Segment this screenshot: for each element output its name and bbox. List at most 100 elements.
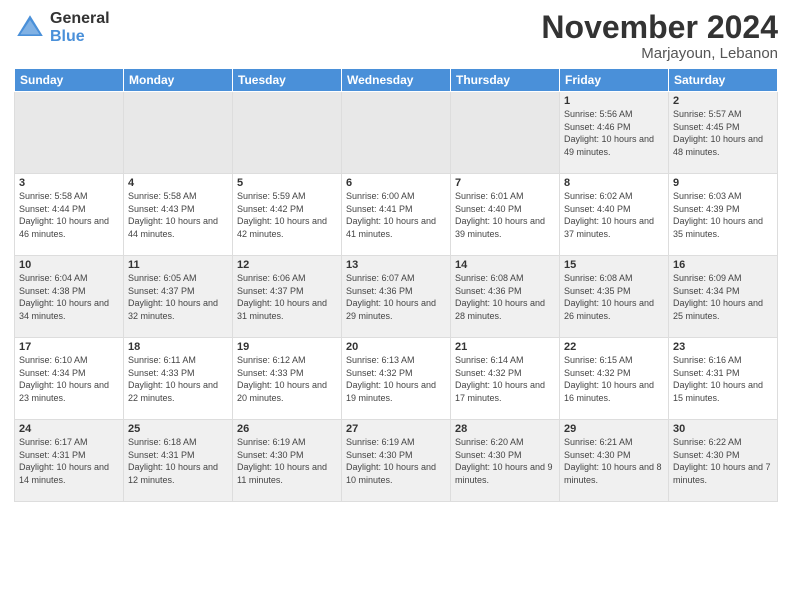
calendar-day-cell: 8Sunrise: 6:02 AM Sunset: 4:40 PM Daylig… xyxy=(560,174,669,256)
day-info: Sunrise: 6:21 AM Sunset: 4:30 PM Dayligh… xyxy=(564,436,664,486)
day-info: Sunrise: 5:58 AM Sunset: 4:44 PM Dayligh… xyxy=(19,190,119,240)
day-info: Sunrise: 6:19 AM Sunset: 4:30 PM Dayligh… xyxy=(346,436,446,486)
day-info: Sunrise: 6:01 AM Sunset: 4:40 PM Dayligh… xyxy=(455,190,555,240)
day-info: Sunrise: 6:02 AM Sunset: 4:40 PM Dayligh… xyxy=(564,190,664,240)
day-info: Sunrise: 6:07 AM Sunset: 4:36 PM Dayligh… xyxy=(346,272,446,322)
calendar-day-cell: 9Sunrise: 6:03 AM Sunset: 4:39 PM Daylig… xyxy=(669,174,778,256)
day-number: 17 xyxy=(19,341,119,353)
day-number: 2 xyxy=(673,95,773,107)
month-title: November 2024 xyxy=(541,10,778,45)
day-info: Sunrise: 6:03 AM Sunset: 4:39 PM Dayligh… xyxy=(673,190,773,240)
day-header-friday: Friday xyxy=(560,69,669,92)
calendar-week-row: 24Sunrise: 6:17 AM Sunset: 4:31 PM Dayli… xyxy=(15,420,778,502)
day-info: Sunrise: 6:12 AM Sunset: 4:33 PM Dayligh… xyxy=(237,354,337,404)
day-header-wednesday: Wednesday xyxy=(342,69,451,92)
day-number: 30 xyxy=(673,423,773,435)
day-number: 22 xyxy=(564,341,664,353)
calendar-day-cell: 14Sunrise: 6:08 AM Sunset: 4:36 PM Dayli… xyxy=(451,256,560,338)
day-header-saturday: Saturday xyxy=(669,69,778,92)
calendar-day-cell xyxy=(451,92,560,174)
day-info: Sunrise: 6:16 AM Sunset: 4:31 PM Dayligh… xyxy=(673,354,773,404)
calendar-day-cell: 26Sunrise: 6:19 AM Sunset: 4:30 PM Dayli… xyxy=(233,420,342,502)
calendar-day-cell: 28Sunrise: 6:20 AM Sunset: 4:30 PM Dayli… xyxy=(451,420,560,502)
day-number: 12 xyxy=(237,259,337,271)
calendar-day-cell: 23Sunrise: 6:16 AM Sunset: 4:31 PM Dayli… xyxy=(669,338,778,420)
calendar-day-cell: 6Sunrise: 6:00 AM Sunset: 4:41 PM Daylig… xyxy=(342,174,451,256)
title-area: November 2024 Marjayoun, Lebanon xyxy=(541,10,778,62)
day-header-tuesday: Tuesday xyxy=(233,69,342,92)
day-number: 23 xyxy=(673,341,773,353)
calendar-day-cell: 10Sunrise: 6:04 AM Sunset: 4:38 PM Dayli… xyxy=(15,256,124,338)
calendar-day-cell: 21Sunrise: 6:14 AM Sunset: 4:32 PM Dayli… xyxy=(451,338,560,420)
logo: General Blue xyxy=(14,10,110,45)
day-info: Sunrise: 6:05 AM Sunset: 4:37 PM Dayligh… xyxy=(128,272,228,322)
calendar-day-cell: 30Sunrise: 6:22 AM Sunset: 4:30 PM Dayli… xyxy=(669,420,778,502)
calendar-week-row: 1Sunrise: 5:56 AM Sunset: 4:46 PM Daylig… xyxy=(15,92,778,174)
calendar-day-cell xyxy=(342,92,451,174)
day-header-monday: Monday xyxy=(124,69,233,92)
day-info: Sunrise: 6:15 AM Sunset: 4:32 PM Dayligh… xyxy=(564,354,664,404)
day-info: Sunrise: 6:11 AM Sunset: 4:33 PM Dayligh… xyxy=(128,354,228,404)
day-info: Sunrise: 5:58 AM Sunset: 4:43 PM Dayligh… xyxy=(128,190,228,240)
calendar-week-row: 17Sunrise: 6:10 AM Sunset: 4:34 PM Dayli… xyxy=(15,338,778,420)
calendar-day-cell: 2Sunrise: 5:57 AM Sunset: 4:45 PM Daylig… xyxy=(669,92,778,174)
calendar-day-cell: 5Sunrise: 5:59 AM Sunset: 4:42 PM Daylig… xyxy=(233,174,342,256)
day-number: 14 xyxy=(455,259,555,271)
day-info: Sunrise: 5:56 AM Sunset: 4:46 PM Dayligh… xyxy=(564,108,664,158)
logo-general: General xyxy=(50,10,110,28)
page-container: General Blue November 2024 Marjayoun, Le… xyxy=(0,0,792,612)
day-info: Sunrise: 6:14 AM Sunset: 4:32 PM Dayligh… xyxy=(455,354,555,404)
calendar-day-cell: 4Sunrise: 5:58 AM Sunset: 4:43 PM Daylig… xyxy=(124,174,233,256)
calendar-week-row: 10Sunrise: 6:04 AM Sunset: 4:38 PM Dayli… xyxy=(15,256,778,338)
day-number: 5 xyxy=(237,177,337,189)
day-info: Sunrise: 6:08 AM Sunset: 4:35 PM Dayligh… xyxy=(564,272,664,322)
day-number: 3 xyxy=(19,177,119,189)
day-number: 4 xyxy=(128,177,228,189)
calendar-week-row: 3Sunrise: 5:58 AM Sunset: 4:44 PM Daylig… xyxy=(15,174,778,256)
logo-icon xyxy=(14,12,46,44)
logo-blue: Blue xyxy=(50,28,110,46)
day-info: Sunrise: 6:06 AM Sunset: 4:37 PM Dayligh… xyxy=(237,272,337,322)
calendar-day-cell: 1Sunrise: 5:56 AM Sunset: 4:46 PM Daylig… xyxy=(560,92,669,174)
day-number: 13 xyxy=(346,259,446,271)
day-number: 27 xyxy=(346,423,446,435)
calendar-day-cell: 12Sunrise: 6:06 AM Sunset: 4:37 PM Dayli… xyxy=(233,256,342,338)
calendar-day-cell: 15Sunrise: 6:08 AM Sunset: 4:35 PM Dayli… xyxy=(560,256,669,338)
day-info: Sunrise: 6:19 AM Sunset: 4:30 PM Dayligh… xyxy=(237,436,337,486)
calendar-day-cell: 27Sunrise: 6:19 AM Sunset: 4:30 PM Dayli… xyxy=(342,420,451,502)
day-info: Sunrise: 6:13 AM Sunset: 4:32 PM Dayligh… xyxy=(346,354,446,404)
day-number: 6 xyxy=(346,177,446,189)
calendar-day-cell: 24Sunrise: 6:17 AM Sunset: 4:31 PM Dayli… xyxy=(15,420,124,502)
day-info: Sunrise: 6:22 AM Sunset: 4:30 PM Dayligh… xyxy=(673,436,773,486)
day-info: Sunrise: 6:00 AM Sunset: 4:41 PM Dayligh… xyxy=(346,190,446,240)
logo-text: General Blue xyxy=(50,10,110,45)
day-info: Sunrise: 6:20 AM Sunset: 4:30 PM Dayligh… xyxy=(455,436,555,486)
day-number: 11 xyxy=(128,259,228,271)
day-number: 26 xyxy=(237,423,337,435)
calendar-day-cell: 19Sunrise: 6:12 AM Sunset: 4:33 PM Dayli… xyxy=(233,338,342,420)
day-info: Sunrise: 6:09 AM Sunset: 4:34 PM Dayligh… xyxy=(673,272,773,322)
calendar-day-cell: 20Sunrise: 6:13 AM Sunset: 4:32 PM Dayli… xyxy=(342,338,451,420)
calendar-day-cell: 22Sunrise: 6:15 AM Sunset: 4:32 PM Dayli… xyxy=(560,338,669,420)
day-number: 29 xyxy=(564,423,664,435)
calendar-header-row: SundayMondayTuesdayWednesdayThursdayFrid… xyxy=(15,69,778,92)
location: Marjayoun, Lebanon xyxy=(541,45,778,62)
day-number: 16 xyxy=(673,259,773,271)
day-number: 28 xyxy=(455,423,555,435)
day-header-sunday: Sunday xyxy=(15,69,124,92)
day-number: 21 xyxy=(455,341,555,353)
day-number: 24 xyxy=(19,423,119,435)
day-info: Sunrise: 5:57 AM Sunset: 4:45 PM Dayligh… xyxy=(673,108,773,158)
calendar-day-cell: 25Sunrise: 6:18 AM Sunset: 4:31 PM Dayli… xyxy=(124,420,233,502)
calendar-day-cell xyxy=(15,92,124,174)
calendar-day-cell xyxy=(233,92,342,174)
day-number: 8 xyxy=(564,177,664,189)
day-number: 18 xyxy=(128,341,228,353)
calendar-day-cell: 18Sunrise: 6:11 AM Sunset: 4:33 PM Dayli… xyxy=(124,338,233,420)
day-info: Sunrise: 6:10 AM Sunset: 4:34 PM Dayligh… xyxy=(19,354,119,404)
day-number: 10 xyxy=(19,259,119,271)
day-number: 15 xyxy=(564,259,664,271)
day-number: 9 xyxy=(673,177,773,189)
day-number: 1 xyxy=(564,95,664,107)
day-info: Sunrise: 6:18 AM Sunset: 4:31 PM Dayligh… xyxy=(128,436,228,486)
